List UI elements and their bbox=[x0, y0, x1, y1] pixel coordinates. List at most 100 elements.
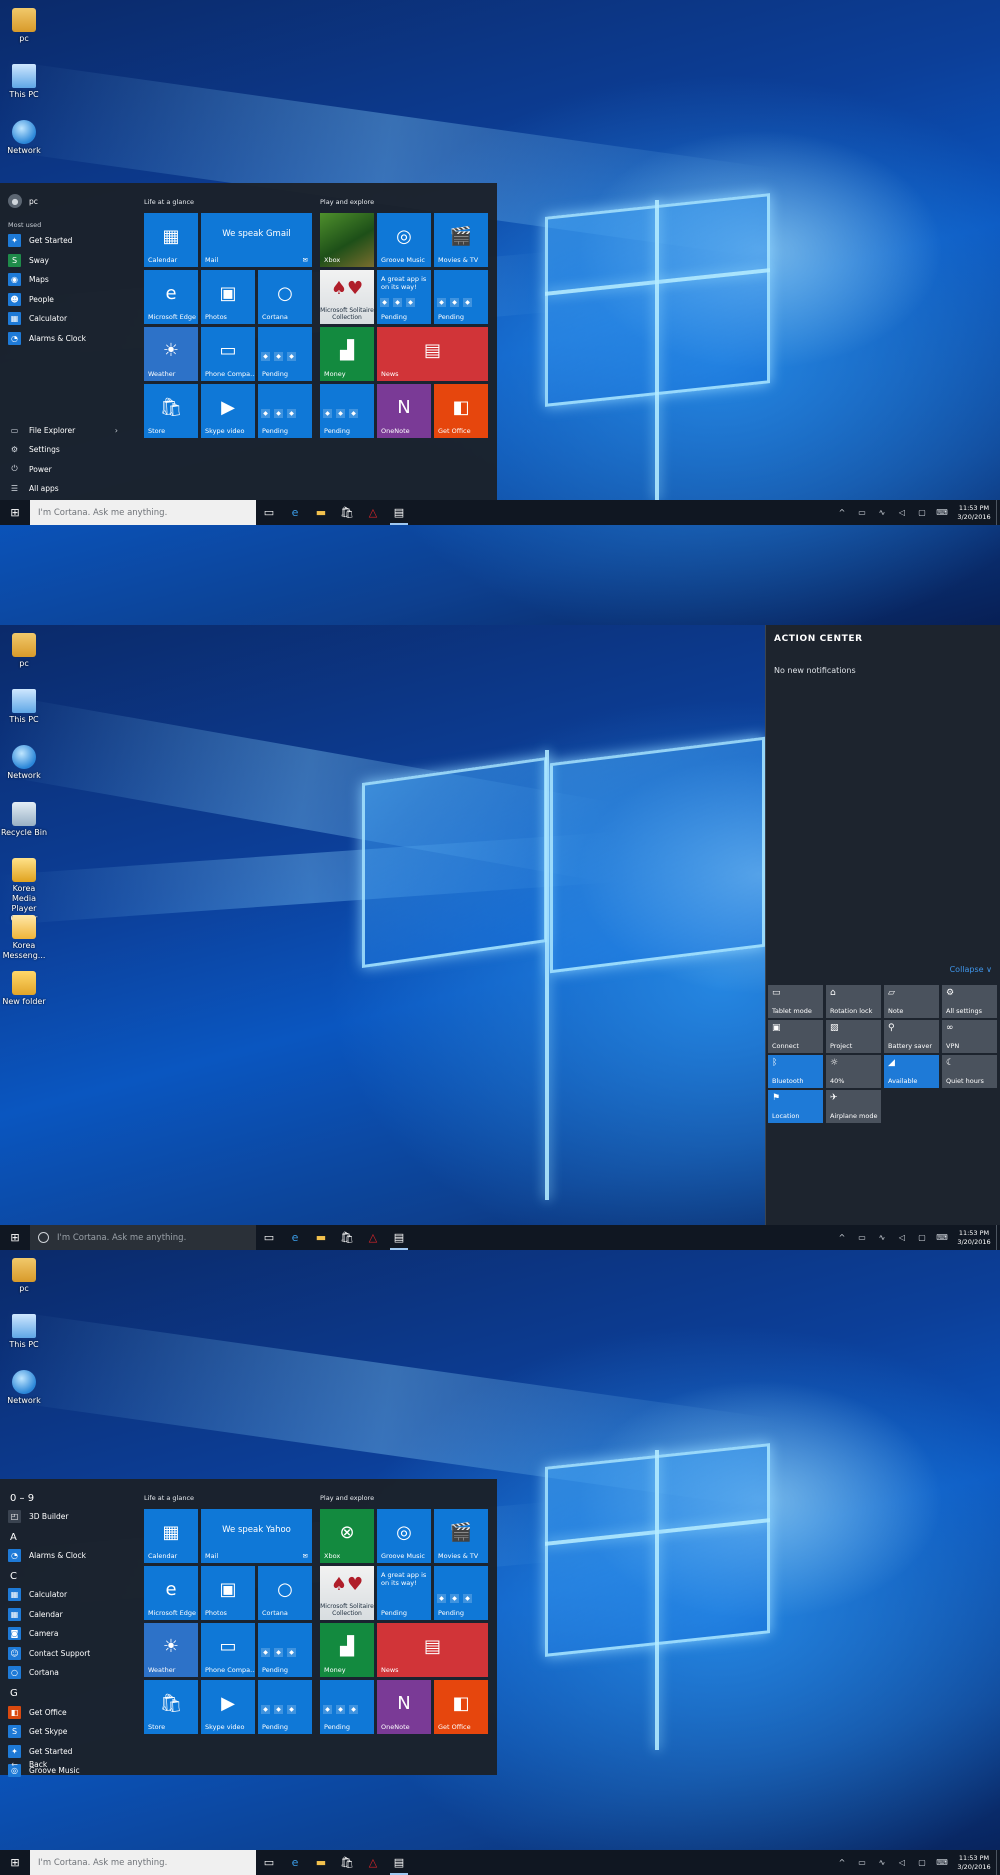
tile-solitaire[interactable]: ♠♥ Microsoft Solitaire Collection bbox=[320, 1566, 374, 1620]
desktop-icon-this-pc[interactable]: This PC bbox=[0, 689, 48, 725]
tile-pending[interactable]: ◆ ◆ ◆ Pending bbox=[258, 327, 312, 381]
tile-onenote[interactable]: N OneNote bbox=[377, 1680, 431, 1734]
desktop-icon-pc[interactable]: pc bbox=[0, 1258, 48, 1294]
tile-pending[interactable]: ◆ ◆ ◆ Pending bbox=[258, 1680, 312, 1734]
quick-action-rotation-lock[interactable]: ⌂ Rotation lock bbox=[826, 985, 881, 1018]
desktop-icon-pc[interactable]: pc bbox=[0, 633, 48, 669]
quick-action-airplane-mode[interactable]: ✈ Airplane mode bbox=[826, 1090, 881, 1123]
tile-movies-tv[interactable]: 🎬 Movies & TV bbox=[434, 213, 488, 267]
keyboard-icon[interactable]: ⌨ bbox=[932, 508, 952, 517]
tile-edge[interactable]: e Microsoft Edge bbox=[144, 270, 198, 324]
taskbar-file-explorer[interactable]: ▬ bbox=[308, 500, 334, 525]
wifi-icon[interactable]: ∿ bbox=[872, 1233, 892, 1242]
quick-action-wifi[interactable]: ◢ Available bbox=[884, 1055, 939, 1088]
tile-xbox[interactable]: Xbox bbox=[320, 213, 374, 267]
notification-icon[interactable]: ▢ bbox=[912, 1858, 932, 1867]
desktop-icon-this-pc[interactable]: This PC bbox=[0, 64, 48, 100]
desktop-icon-network[interactable]: Network bbox=[0, 745, 48, 781]
tile-phone-companion[interactable]: ▭ Phone Compa... bbox=[201, 327, 255, 381]
app-list-item[interactable]: ◙ Camera bbox=[8, 1625, 58, 1641]
quick-action-quiet-hours[interactable]: ☾ Quiet hours bbox=[942, 1055, 997, 1088]
task-view-button[interactable]: ▭ bbox=[256, 1850, 282, 1875]
show-desktop-button[interactable] bbox=[996, 500, 1000, 525]
back-button[interactable]: ← Back bbox=[8, 1756, 47, 1772]
tile-skype-video[interactable]: ▶ Skype video bbox=[201, 1680, 255, 1734]
quick-action-vpn[interactable]: ∞ VPN bbox=[942, 1020, 997, 1053]
most-used-item[interactable]: ▦ Calculator bbox=[8, 310, 67, 326]
desktop-icon-pc[interactable]: pc bbox=[0, 8, 48, 44]
cortana-search-box[interactable]: I'm Cortana. Ask me anything. bbox=[30, 1225, 256, 1250]
clock[interactable]: 11:53 PM 3/20/2016 bbox=[952, 504, 996, 522]
collapse-button[interactable]: Collapse ∨ bbox=[950, 965, 992, 974]
taskbar-app-red[interactable]: △ bbox=[360, 500, 386, 525]
tile-photos[interactable]: ▣ Photos bbox=[201, 1566, 255, 1620]
taskbar-app-active[interactable]: ▤ bbox=[386, 1225, 412, 1250]
wifi-icon[interactable]: ∿ bbox=[872, 508, 892, 517]
start-button[interactable]: ⊞ bbox=[0, 1225, 30, 1250]
clock[interactable]: 11:53 PM 3/20/2016 bbox=[952, 1229, 996, 1247]
quick-action-note[interactable]: ▱ Note bbox=[884, 985, 939, 1018]
desktop-icon-this-pc[interactable]: This PC bbox=[0, 1314, 48, 1350]
quick-action-brightness[interactable]: ☼ 40% bbox=[826, 1055, 881, 1088]
app-list-item[interactable]: ◰ 3D Builder bbox=[8, 1508, 68, 1524]
keyboard-icon[interactable]: ⌨ bbox=[932, 1233, 952, 1242]
volume-icon[interactable]: ◁ bbox=[892, 508, 912, 517]
quick-action-tablet-mode[interactable]: ▭ Tablet mode bbox=[768, 985, 823, 1018]
quick-action-connect[interactable]: ▣ Connect bbox=[768, 1020, 823, 1053]
tile-movies-tv[interactable]: 🎬 Movies & TV bbox=[434, 1509, 488, 1563]
most-used-item[interactable]: S Sway bbox=[8, 252, 49, 268]
most-used-item[interactable]: ☻ People bbox=[8, 291, 54, 307]
desktop-icon-network[interactable]: Network bbox=[0, 120, 48, 156]
cortana-search-box[interactable]: I'm Cortana. Ask me anything. bbox=[30, 500, 256, 525]
app-list-item[interactable]: ▦ Calendar bbox=[8, 1606, 63, 1622]
tile-pending[interactable]: ◆ ◆ ◆ Pending bbox=[258, 1623, 312, 1677]
notification-icon[interactable]: ▢ bbox=[912, 508, 932, 517]
volume-icon[interactable]: ◁ bbox=[892, 1233, 912, 1242]
tile-pending[interactable]: ◆ ◆ ◆ Pending bbox=[320, 384, 374, 438]
quick-action-bluetooth[interactable]: ᛒ Bluetooth bbox=[768, 1055, 823, 1088]
letter-header[interactable]: A bbox=[10, 1532, 17, 1543]
tile-pending[interactable]: ◆ ◆ ◆ Pending bbox=[258, 384, 312, 438]
task-view-button[interactable]: ▭ bbox=[256, 500, 282, 525]
start-button[interactable]: ⊞ bbox=[0, 1850, 30, 1875]
start-power[interactable]: ⏻ Power bbox=[8, 461, 51, 477]
most-used-item[interactable]: ◉ Maps bbox=[8, 271, 49, 287]
tile-calendar[interactable]: ▦ Calendar bbox=[144, 1509, 198, 1563]
tile-onenote[interactable]: N OneNote bbox=[377, 384, 431, 438]
tile-money[interactable]: ▟ Money bbox=[320, 327, 374, 381]
tile-solitaire[interactable]: ♠♥ Microsoft Solitaire Collection bbox=[320, 270, 374, 324]
app-list-item[interactable]: ◧ Get Office bbox=[8, 1704, 67, 1720]
tile-news[interactable]: ▤ News bbox=[377, 327, 488, 381]
tile-pending[interactable]: ◆ ◆ ◆ Pending bbox=[434, 1566, 488, 1620]
tile-edge[interactable]: e Microsoft Edge bbox=[144, 1566, 198, 1620]
most-used-item[interactable]: ◔ Alarms & Clock bbox=[8, 330, 86, 346]
taskbar-app-red[interactable]: △ bbox=[360, 1850, 386, 1875]
quick-action-battery-saver[interactable]: ⚲ Battery saver bbox=[884, 1020, 939, 1053]
tile-weather[interactable]: ☀ Weather bbox=[144, 327, 198, 381]
taskbar-store[interactable]: 🛍 bbox=[334, 500, 360, 525]
tile-xbox[interactable]: ⊗ Xbox bbox=[320, 1509, 374, 1563]
wifi-icon[interactable]: ∿ bbox=[872, 1858, 892, 1867]
letter-header[interactable]: G bbox=[10, 1688, 18, 1699]
desktop-icon-korea-messenger[interactable]: Korea Messeng... bbox=[0, 915, 48, 961]
keyboard-icon[interactable]: ⌨ bbox=[932, 1858, 952, 1867]
tile-store[interactable]: 🛍 Store bbox=[144, 1680, 198, 1734]
clock[interactable]: 11:53 PM 3/20/2016 bbox=[952, 1854, 996, 1872]
tile-phone-companion[interactable]: ▭ Phone Compa... bbox=[201, 1623, 255, 1677]
desktop-icon-network[interactable]: Network bbox=[0, 1370, 48, 1406]
notification-icon[interactable]: ▢ bbox=[912, 1233, 932, 1242]
chevron-up-icon[interactable]: ^ bbox=[832, 508, 852, 517]
show-desktop-button[interactable] bbox=[996, 1225, 1000, 1250]
cortana-search-box[interactable]: I'm Cortana. Ask me anything. bbox=[30, 1850, 256, 1875]
tile-groove-music[interactable]: ◎ Groove Music bbox=[377, 213, 431, 267]
taskbar-app-active[interactable]: ▤ bbox=[386, 1850, 412, 1875]
letter-header[interactable]: 0 – 9 bbox=[10, 1493, 34, 1504]
start-settings[interactable]: ⚙ Settings bbox=[8, 441, 60, 457]
show-desktop-button[interactable] bbox=[996, 1850, 1000, 1875]
tile-mail[interactable]: We speak Yahoo Mail ✉ bbox=[201, 1509, 312, 1563]
app-list-item[interactable]: S Get Skype bbox=[8, 1723, 67, 1739]
tile-calendar[interactable]: ▦ Calendar bbox=[144, 213, 198, 267]
taskbar-app-active[interactable]: ▤ bbox=[386, 500, 412, 525]
taskbar-store[interactable]: 🛍 bbox=[334, 1225, 360, 1250]
start-file-explorer[interactable]: ▭ File Explorer › bbox=[8, 422, 132, 438]
